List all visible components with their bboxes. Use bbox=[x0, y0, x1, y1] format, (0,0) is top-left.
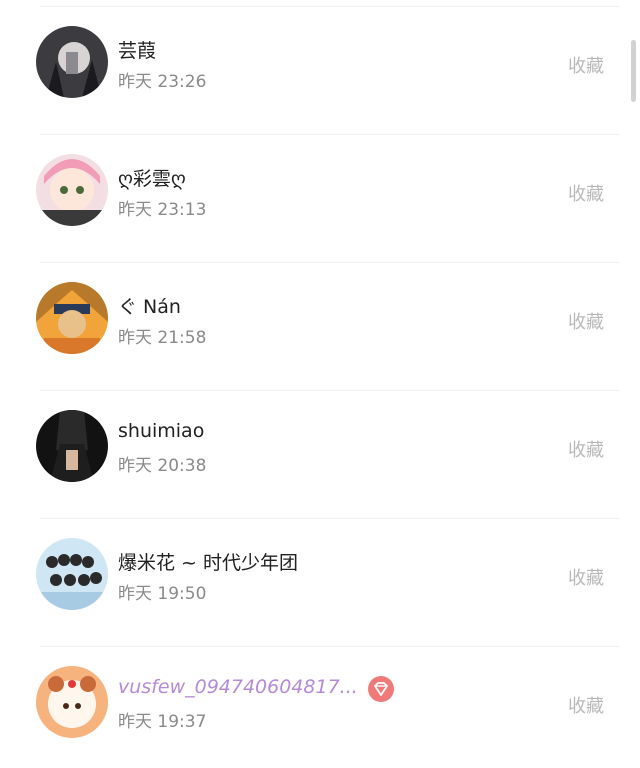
list-item[interactable]: 爆米花 ~ 时代少年团 昨天 19:50 收藏 bbox=[0, 512, 640, 640]
avatar[interactable] bbox=[36, 666, 108, 738]
avatar[interactable] bbox=[36, 26, 108, 98]
collect-label[interactable]: 收藏 bbox=[568, 180, 604, 206]
username[interactable]: 爆米花 ~ 时代少年团 bbox=[118, 548, 298, 575]
timestamp: 昨天 23:26 bbox=[118, 72, 207, 92]
collect-label[interactable]: 收藏 bbox=[568, 692, 604, 718]
username[interactable]: ぐ Nán bbox=[118, 292, 181, 319]
scrollbar[interactable] bbox=[631, 40, 636, 102]
timestamp: 昨天 20:38 bbox=[118, 456, 207, 476]
collect-label[interactable]: 收藏 bbox=[568, 436, 604, 462]
avatar[interactable] bbox=[36, 538, 108, 610]
collect-label[interactable]: 收藏 bbox=[568, 52, 604, 78]
list-item[interactable]: ぐ Nán 昨天 21:58 收藏 bbox=[0, 256, 640, 384]
timestamp: 昨天 19:37 bbox=[118, 712, 207, 732]
avatar[interactable] bbox=[36, 410, 108, 482]
list-item[interactable]: ღ彩雲ღ 昨天 23:13 收藏 bbox=[0, 128, 640, 256]
collect-label[interactable]: 收藏 bbox=[568, 308, 604, 334]
collect-label[interactable]: 收藏 bbox=[568, 564, 604, 590]
avatar[interactable] bbox=[36, 282, 108, 354]
list-item[interactable]: 芸葭 昨天 23:26 收藏 bbox=[0, 0, 640, 128]
username[interactable]: ღ彩雲ღ bbox=[118, 164, 186, 191]
avatar[interactable] bbox=[36, 154, 108, 226]
list-item[interactable]: shuimiao 昨天 20:38 收藏 bbox=[0, 384, 640, 512]
timestamp: 昨天 23:13 bbox=[118, 200, 207, 220]
username[interactable]: vusfew_094740604817... bbox=[118, 676, 358, 698]
diamond-icon bbox=[368, 676, 394, 702]
timestamp: 昨天 21:58 bbox=[118, 328, 207, 348]
timestamp: 昨天 19:50 bbox=[118, 584, 207, 604]
username[interactable]: shuimiao bbox=[118, 420, 204, 442]
username[interactable]: 芸葭 bbox=[118, 36, 156, 63]
list-item[interactable]: vusfew_094740604817... 昨天 19:37 收藏 bbox=[0, 640, 640, 768]
